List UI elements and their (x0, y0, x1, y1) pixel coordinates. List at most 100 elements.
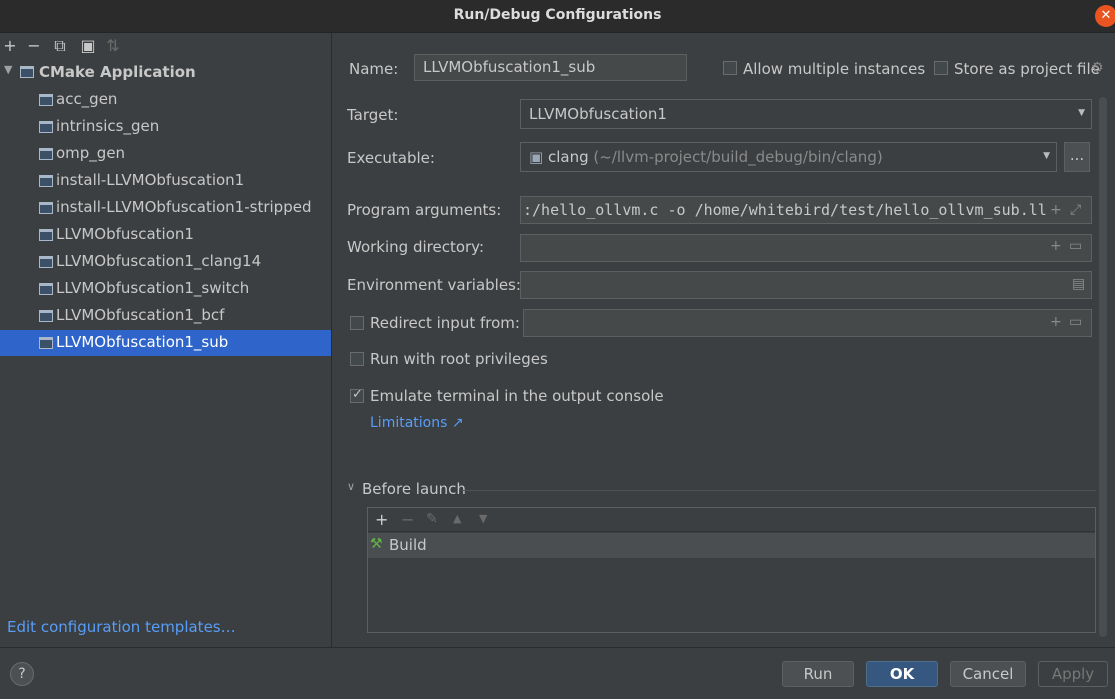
move-down-icon[interactable]: ▼ (479, 512, 487, 525)
expand-icon[interactable]: ⤢ (1070, 202, 1081, 218)
store-as-project-file-checkbox[interactable] (934, 61, 948, 75)
remove-icon[interactable]: − (401, 510, 414, 529)
vertical-scrollbar[interactable] (1099, 97, 1107, 637)
environment-variables-label: Environment variables: (347, 276, 521, 294)
window-title: Run/Debug Configurations (453, 7, 662, 23)
close-button[interactable]: ✕ (1095, 5, 1115, 27)
tree-item-label: LLVMObfuscation1 (56, 225, 194, 243)
edit-configuration-templates-link[interactable]: Edit configuration templates… (7, 618, 236, 636)
tree-item-label: LLVMObfuscation1_clang14 (56, 252, 262, 270)
gear-icon[interactable]: ⚙ (1091, 60, 1104, 76)
cmake-icon (20, 66, 34, 78)
before-launch-title[interactable]: Before launch (362, 480, 466, 498)
tree-item[interactable]: install-LLVMObfuscation1-stripped (0, 195, 331, 221)
tree-item[interactable]: acc_gen (0, 87, 331, 113)
run-button[interactable]: Run (782, 661, 854, 687)
executable-label: Executable: (347, 149, 435, 167)
before-launch-toolbar: + − ✎ ▲ ▼ (368, 508, 1095, 532)
tree-item-label: acc_gen (56, 90, 118, 108)
root-privileges-label: Run with root privileges (370, 350, 548, 368)
before-launch-panel: + − ✎ ▲ ▼ ⚒ Build (367, 507, 1096, 633)
dropdown-arrow-icon: ▼ (1043, 151, 1050, 161)
limitations-link[interactable]: Limitations ↗ (370, 415, 464, 431)
cmake-config-icon (39, 337, 53, 349)
target-select[interactable]: LLVMObfuscation1 ▼ (520, 99, 1092, 129)
emulate-terminal-checkbox[interactable] (350, 387, 364, 403)
tree-item-label: install-LLVMObfuscation1-stripped (56, 198, 312, 216)
section-divider (462, 490, 1096, 491)
cmake-config-icon (39, 121, 53, 133)
dialog-button-bar: ? Run OK Cancel Apply (0, 647, 1115, 699)
add-macro-icon[interactable]: + (1050, 314, 1062, 330)
executable-icon: ▣ (529, 148, 544, 166)
apply-button[interactable]: Apply (1038, 661, 1108, 687)
tree-item-label: LLVMObfuscation1_sub (56, 333, 229, 351)
tree-item[interactable]: install-LLVMObfuscation1 (0, 168, 331, 194)
copy-icon[interactable]: ⧉ (50, 36, 70, 56)
ok-button[interactable]: OK (866, 661, 938, 687)
tree-item[interactable]: LLVMObfuscation1_bcf (0, 303, 331, 329)
allow-multiple-instances-checkbox[interactable] (723, 61, 737, 75)
before-launch-task-row[interactable]: ⚒ Build (368, 533, 1095, 558)
add-macro-icon[interactable]: + (1050, 202, 1062, 218)
remove-icon[interactable]: − (24, 36, 44, 56)
configuration-form: Name: LLVMObfuscation1_sub Allow multipl… (332, 33, 1115, 647)
cmake-config-icon (39, 283, 53, 295)
add-macro-icon[interactable]: + (1050, 238, 1062, 254)
tree-item[interactable]: LLVMObfuscation1_clang14 (0, 249, 331, 275)
browse-executable-button[interactable]: ... (1064, 142, 1090, 172)
program-arguments-label: Program arguments: (347, 201, 502, 219)
allow-multiple-instances-label: Allow multiple instances (743, 60, 926, 78)
environment-variables-field[interactable] (520, 271, 1092, 299)
program-arguments-field[interactable]: :/hello_ollvm.c -o /home/whitebird/test/… (520, 196, 1092, 224)
redirect-input-label: Redirect input from: (370, 314, 520, 332)
folder-icon[interactable]: ▭ (1069, 314, 1082, 330)
document-icon[interactable]: ▤ (1072, 276, 1085, 292)
cmake-config-icon (39, 202, 53, 214)
executable-select[interactable]: ▣ clang (~/llvm-project/build_debug/bin/… (520, 142, 1057, 172)
sidebar-toolbar: + − ⧉ ▣ ⇅ (0, 33, 331, 59)
folder-icon[interactable]: ▣ (78, 36, 98, 56)
chevron-down-icon[interactable]: ▼ (4, 63, 12, 76)
move-up-icon[interactable]: ▲ (453, 512, 461, 525)
sort-icon[interactable]: ⇅ (103, 36, 123, 56)
cmake-config-icon (39, 94, 53, 106)
cmake-config-icon (39, 175, 53, 187)
cancel-button[interactable]: Cancel (950, 661, 1026, 687)
cmake-config-icon (39, 148, 53, 160)
root-privileges-checkbox[interactable] (350, 352, 364, 366)
name-label: Name: (349, 60, 399, 78)
working-directory-field[interactable] (520, 234, 1092, 262)
target-label: Target: (347, 106, 399, 124)
task-label: Build (389, 536, 427, 554)
tree-item[interactable]: omp_gen (0, 141, 331, 167)
dropdown-arrow-icon: ▼ (1078, 108, 1085, 118)
cmake-config-icon (39, 256, 53, 268)
configurations-sidebar: + − ⧉ ▣ ⇅ ▼ CMake Application acc_gen in… (0, 33, 331, 647)
edit-icon[interactable]: ✎ (426, 511, 438, 527)
name-field[interactable]: LLVMObfuscation1_sub (414, 54, 687, 81)
tree-item-label: LLVMObfuscation1_switch (56, 279, 250, 297)
redirect-input-field[interactable] (523, 309, 1092, 337)
cmake-config-icon (39, 229, 53, 241)
hammer-icon: ⚒ (370, 536, 383, 552)
emulate-terminal-label: Emulate terminal in the output console (370, 387, 664, 405)
title-bar: Run/Debug Configurations ✕ (0, 0, 1115, 33)
add-icon[interactable]: + (375, 510, 388, 529)
tree-item[interactable]: intrinsics_gen (0, 114, 331, 140)
tree-group-label: CMake Application (39, 63, 196, 81)
chevron-down-icon[interactable]: ∨ (347, 480, 355, 493)
tree-item-label: omp_gen (56, 144, 126, 162)
tree-item[interactable]: LLVMObfuscation1 (0, 222, 331, 248)
working-directory-label: Working directory: (347, 238, 485, 256)
store-as-project-file-label: Store as project file (954, 60, 1100, 78)
add-icon[interactable]: + (0, 36, 20, 56)
cmake-config-icon (39, 310, 53, 322)
folder-icon[interactable]: ▭ (1069, 238, 1082, 254)
help-button[interactable]: ? (10, 662, 34, 686)
tree-item-selected[interactable]: LLVMObfuscation1_sub (0, 330, 331, 356)
tree-group-cmake-application[interactable]: ▼ CMake Application (0, 60, 331, 86)
tree-item[interactable]: LLVMObfuscation1_switch (0, 276, 331, 302)
tree-item-label: intrinsics_gen (56, 117, 160, 135)
redirect-input-checkbox[interactable] (350, 316, 364, 330)
